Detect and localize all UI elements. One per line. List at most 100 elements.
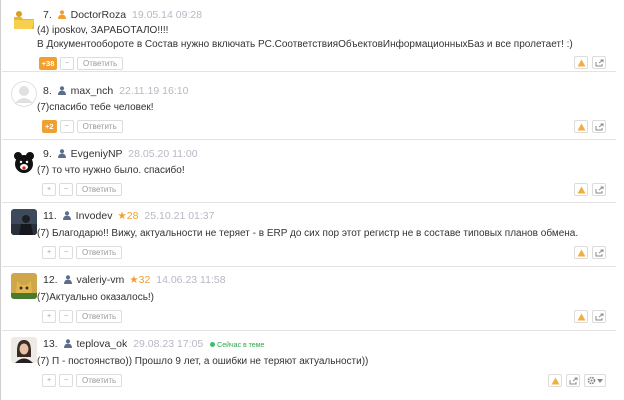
vote-actions: + − Ответить: [42, 183, 123, 196]
share-button[interactable]: [592, 183, 606, 196]
user-icon: [57, 86, 66, 98]
comment-text-line: (7) то что нужно было. спасибо!: [37, 165, 185, 176]
report-button[interactable]: [574, 310, 588, 323]
comment-header: 12. valeriy-vm ★32 14.06.23 11:58: [43, 274, 226, 287]
avatar[interactable]: [11, 8, 37, 34]
vote-actions: + − Ответить: [42, 246, 123, 259]
comment: 7. DoctorRoza 19.05.14 09:28 (4) iposkov…: [2, 0, 616, 72]
share-button[interactable]: [592, 56, 606, 69]
comment-text-line: (7) Благодарю!! Вижу, актуальности не те…: [37, 228, 579, 239]
comment-number[interactable]: 9.: [43, 148, 52, 160]
comment-text-line: (7) П - постоянство)) Прошло 9 лет, а ош…: [37, 356, 369, 367]
downvote-button[interactable]: −: [59, 246, 73, 259]
comment-date: 22.11.19 16:10: [119, 85, 189, 97]
folder-avatar-icon: [11, 8, 37, 34]
vote-actions: + − Ответить: [42, 310, 123, 323]
comment-date: 25.10.21 01:37: [144, 210, 215, 222]
default-avatar-icon: [11, 81, 37, 107]
vote-score-badge[interactable]: +38: [39, 57, 57, 70]
avatar[interactable]: [11, 209, 37, 235]
comment: 9. EvgeniyNP 28.05.20 11:00 (7) то что н…: [2, 140, 616, 203]
upvote-button[interactable]: +: [42, 374, 56, 387]
share-icon: [595, 249, 603, 256]
username[interactable]: teplova_ok: [76, 338, 127, 350]
avatar[interactable]: [11, 81, 37, 107]
rating-value: 28: [126, 210, 139, 222]
username[interactable]: DoctorRoza: [71, 9, 126, 21]
bear-avatar-icon: [11, 149, 37, 175]
vote-actions: +38 − Ответить: [39, 57, 124, 70]
settings-dropdown-button[interactable]: [584, 374, 606, 387]
upvote-button[interactable]: +: [42, 310, 56, 323]
rating-badge: ★28: [117, 210, 138, 222]
reply-button[interactable]: Ответить: [76, 310, 123, 323]
user-icon: [63, 339, 72, 351]
report-button[interactable]: [574, 56, 588, 69]
online-status: Сейчас в теме: [210, 342, 264, 349]
report-button[interactable]: [574, 183, 588, 196]
downvote-button[interactable]: −: [59, 120, 74, 133]
comment-header: 7. DoctorRoza 19.05.14 09:28: [43, 9, 202, 22]
vote-actions: +2 − Ответить: [42, 120, 123, 133]
online-status-label: Сейчас в теме: [217, 342, 265, 349]
warning-icon: [551, 377, 559, 384]
comment-header: 11. Invodev ★28 25.10.21 01:37: [43, 210, 214, 223]
user-icon: [62, 211, 71, 223]
reply-button[interactable]: Ответить: [77, 57, 124, 70]
avatar[interactable]: [11, 273, 37, 299]
reply-button[interactable]: Ответить: [76, 120, 123, 133]
downvote-button[interactable]: −: [59, 374, 73, 387]
share-button[interactable]: [566, 374, 580, 387]
comment-header: 13. teplova_ok 29.08.23 17:05 Сейчас в т…: [43, 338, 264, 352]
username[interactable]: max_nch: [71, 85, 114, 97]
avatar[interactable]: [11, 337, 37, 363]
share-button[interactable]: [592, 246, 606, 259]
upvote-button[interactable]: +: [42, 183, 56, 196]
username[interactable]: Invodev: [76, 210, 113, 222]
downvote-button[interactable]: −: [59, 310, 73, 323]
comment-text-line: (7)спасибо тебе человек!: [37, 102, 154, 113]
username[interactable]: valeriy-vm: [76, 274, 124, 286]
rating-value: 32: [138, 274, 151, 286]
share-icon: [595, 123, 603, 130]
comment-number[interactable]: 12.: [43, 274, 58, 286]
share-icon: [595, 59, 603, 66]
online-dot-icon: [210, 342, 216, 347]
vote-actions: + − Ответить: [42, 374, 123, 387]
upvote-button[interactable]: +: [42, 246, 56, 259]
reply-button[interactable]: Ответить: [76, 183, 123, 196]
rating-badge: ★32: [129, 274, 150, 286]
comment-tools: [574, 246, 606, 259]
comment-body: (7) то что нужно было. спасибо!: [37, 164, 185, 178]
comment-date: 28.05.20 11:00: [128, 148, 198, 160]
comment-number[interactable]: 13.: [43, 338, 58, 350]
comment-body: (7) П - постоянство)) Прошло 9 лет, а ош…: [37, 355, 368, 369]
reply-button[interactable]: Ответить: [76, 374, 123, 387]
star-icon: ★: [117, 210, 127, 222]
share-button[interactable]: [592, 310, 606, 323]
reply-button[interactable]: Ответить: [76, 246, 123, 259]
comment: 13. teplova_ok 29.08.23 17:05 Сейчас в т…: [2, 331, 616, 399]
warning-icon: [577, 249, 585, 256]
vote-score-badge[interactable]: +2: [42, 120, 57, 133]
avatar[interactable]: [11, 149, 37, 175]
report-button[interactable]: [574, 120, 588, 133]
chevron-down-icon: [597, 378, 603, 383]
user-icon: [63, 275, 72, 287]
comment-header: 9. EvgeniyNP 28.05.20 11:00: [43, 148, 198, 161]
warning-icon: [577, 186, 585, 193]
comment-number[interactable]: 7.: [43, 9, 52, 21]
warning-icon: [577, 59, 585, 66]
comment-text-line: (7)Актуально оказалось!): [37, 292, 155, 303]
comment: 11. Invodev ★28 25.10.21 01:37 (7) Благо…: [2, 203, 616, 267]
downvote-button[interactable]: −: [60, 57, 74, 70]
comment-number[interactable]: 8.: [43, 85, 52, 97]
username[interactable]: EvgeniyNP: [71, 148, 123, 160]
downvote-button[interactable]: −: [59, 183, 73, 196]
report-button[interactable]: [548, 374, 562, 387]
share-button[interactable]: [592, 120, 606, 133]
comment: 8. max_nch 22.11.19 16:10 (7)спасибо теб…: [2, 72, 616, 140]
report-button[interactable]: [574, 246, 588, 259]
comment: 12. valeriy-vm ★32 14.06.23 11:58 (7)Акт…: [2, 267, 616, 331]
comment-number[interactable]: 11.: [43, 210, 57, 222]
